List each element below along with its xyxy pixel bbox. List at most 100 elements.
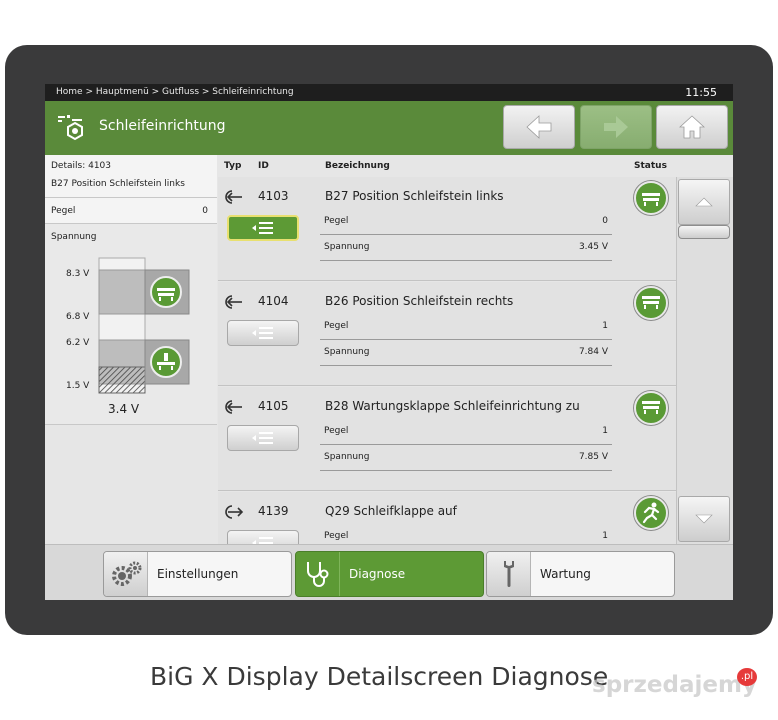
spannung-value: 7.85 V (578, 452, 608, 462)
home-button[interactable] (656, 105, 728, 149)
home-icon (679, 115, 705, 139)
pegel-label: Pegel (324, 321, 349, 331)
tab-label: Wartung (540, 567, 591, 581)
image-caption: BiG X Display Detailscreen Diagnose (150, 662, 609, 691)
title-bar: Schleifeinrichtung (45, 101, 733, 155)
pegel-row: Pegel 1 (320, 419, 612, 445)
arrow-left-icon (526, 115, 552, 139)
scrollbar[interactable] (676, 177, 733, 544)
spannung-value: 7.84 V (578, 347, 608, 357)
spannung-label: Spannung (51, 232, 97, 242)
list-icon (252, 327, 273, 339)
row-id: 4139 (258, 504, 289, 518)
row-id: 4103 (258, 189, 289, 203)
details-id: Details: 4103 (51, 161, 111, 171)
status-indicator (634, 181, 668, 215)
pegel-row: Pegel 0 (320, 209, 612, 235)
row-name: B27 Position Schleifstein links (325, 189, 504, 203)
scroll-up-button[interactable] (678, 179, 730, 225)
details-button[interactable] (227, 320, 299, 346)
sensor-position-icon (642, 401, 660, 414)
pegel-label: Pegel (51, 206, 76, 216)
row-id: 4105 (258, 399, 289, 413)
column-typ: Typ (224, 161, 242, 171)
table-row[interactable]: 4139 Q29 Schleifklappe auf Pegel 1 (218, 492, 676, 544)
pegel-label: Pegel (324, 531, 349, 541)
voltage-gauge (98, 257, 190, 394)
bottom-tab-bar: Einstellungen Diagnose Wartung (45, 544, 733, 600)
spannung-row: Spannung 7.85 V (320, 445, 612, 471)
pegel-value: 0 (202, 206, 208, 216)
pegel-value: 1 (602, 321, 608, 331)
row-name: Q29 Schleifklappe auf (325, 504, 457, 518)
tab-label: Einstellungen (157, 567, 239, 581)
row-name: B28 Wartungsklappe Schleifeinrichtung zu (325, 399, 580, 413)
back-button[interactable] (503, 105, 575, 149)
spannung-label: Spannung (324, 242, 370, 252)
scroll-thumb[interactable] (678, 225, 730, 239)
tab-label: Diagnose (349, 567, 406, 581)
table-row[interactable]: 4103 B27 Position Schleifstein links Peg… (218, 177, 676, 281)
breadcrumb-bar: Home > Hauptmenü > Gutfluss > Schleifein… (45, 84, 733, 101)
row-id: 4104 (258, 294, 289, 308)
list-icon (252, 222, 273, 234)
tab-wartung[interactable]: Wartung (486, 551, 675, 597)
pegel-label: Pegel (324, 216, 349, 226)
column-status: Status (634, 161, 667, 171)
output-arrow-icon (225, 505, 244, 519)
table-row[interactable]: 4105 B28 Wartungsklappe Schleifeinrichtu… (218, 387, 676, 491)
status-indicator (634, 391, 668, 425)
status-indicator (634, 496, 668, 530)
spannung-label: Spannung (324, 347, 370, 357)
table-row[interactable]: 4104 B26 Position Schleifstein rechts Pe… (218, 282, 676, 386)
clock: 11:55 (685, 86, 717, 99)
pegel-value: 0 (602, 216, 608, 226)
gears-icon (104, 552, 148, 596)
details-button[interactable] (227, 530, 299, 544)
input-arrow-icon (225, 295, 242, 309)
tab-diagnose[interactable]: Diagnose (295, 551, 484, 597)
pegel-label: Pegel (324, 426, 349, 436)
spannung-section: Spannung 8.3 V 6.8 V 6.2 V 1.5 V 3.4 V (45, 224, 217, 425)
current-voltage: 3.4 V (108, 402, 140, 416)
tab-einstellungen[interactable]: Einstellungen (103, 551, 292, 597)
pegel-value: 1 (602, 531, 608, 541)
details-button[interactable] (227, 425, 299, 451)
spannung-row: Spannung 3.45 V (320, 235, 612, 261)
wrench-icon (487, 552, 531, 596)
breadcrumb[interactable]: Home > Hauptmenü > Gutfluss > Schleifein… (56, 87, 294, 97)
spannung-value: 3.45 V (578, 242, 608, 252)
signal-table: 4103 B27 Position Schleifstein links Peg… (218, 177, 676, 544)
sharpener-icon (58, 115, 83, 141)
spannung-row: Spannung 7.84 V (320, 340, 612, 366)
status-indicator (634, 286, 668, 320)
chevron-down-icon (695, 514, 713, 524)
scale-label-lower: 6.2 V (66, 338, 90, 348)
input-arrow-icon (225, 190, 242, 204)
sensor-position-icon (642, 296, 660, 309)
pegel-row: Pegel 1 (320, 524, 612, 544)
watermark-badge: .pl (737, 668, 757, 686)
chevron-up-icon (695, 197, 713, 207)
input-arrow-icon (225, 400, 242, 414)
page-title: Schleifeinrichtung (99, 118, 226, 134)
forward-button[interactable] (580, 105, 652, 149)
column-bezeichnung: Bezeichnung (325, 161, 390, 171)
details-name: B27 Position Schleifstein links (51, 179, 185, 189)
scale-label-max: 8.3 V (66, 269, 90, 279)
details-section: Details: 4103 B27 Position Schleifstein … (45, 155, 217, 198)
row-name: B26 Position Schleifstein rechts (325, 294, 514, 308)
scroll-down-button[interactable] (678, 496, 730, 542)
running-actuator-icon (642, 502, 660, 524)
scale-label-min: 1.5 V (66, 381, 90, 391)
arrow-right-icon (604, 116, 628, 138)
sensor-position-icon (642, 193, 660, 206)
pegel-section: Pegel 0 (45, 198, 217, 224)
spannung-label: Spannung (324, 452, 370, 462)
details-panel: Details: 4103 B27 Position Schleifstein … (45, 155, 217, 425)
scale-label-upper: 6.8 V (66, 312, 90, 322)
details-button[interactable] (227, 215, 299, 241)
display-screen: Home > Hauptmenü > Gutfluss > Schleifein… (45, 84, 733, 600)
list-icon (252, 537, 273, 544)
stethoscope-icon (296, 552, 340, 596)
